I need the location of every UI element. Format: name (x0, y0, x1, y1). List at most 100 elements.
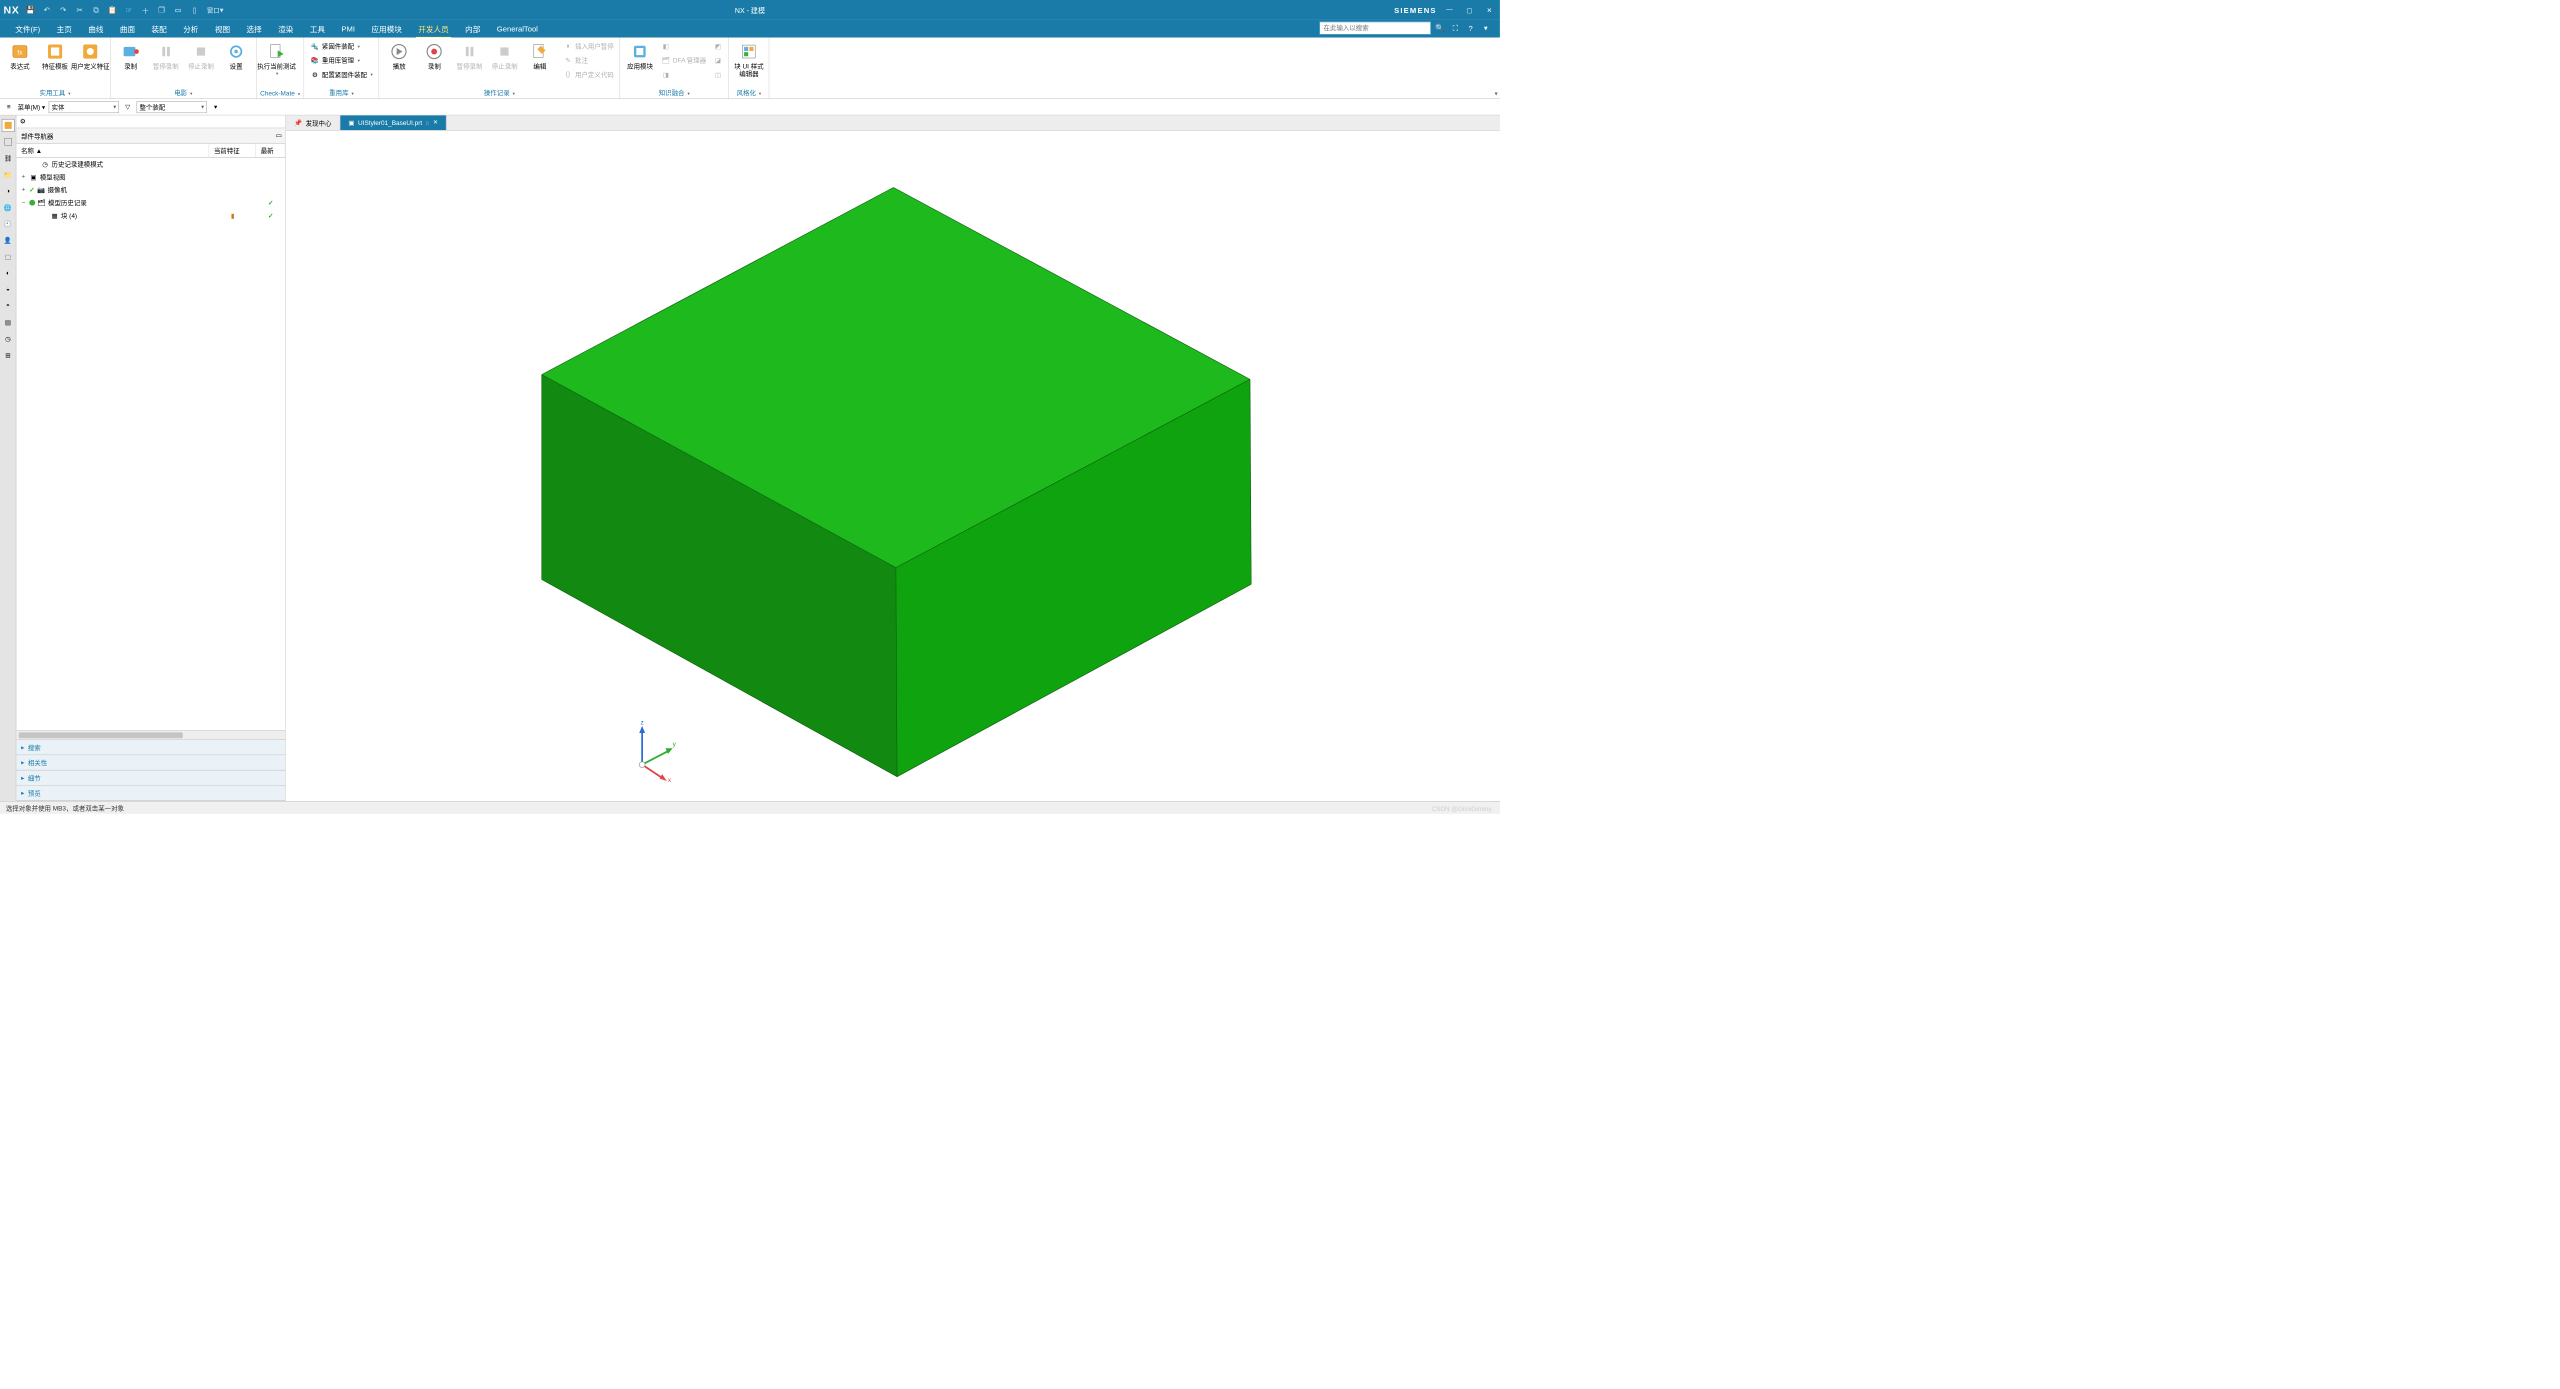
stop-record-button[interactable]: 停止录制 (185, 40, 218, 72)
browser-tab-icon[interactable]: 🌐 (1, 201, 14, 214)
menu-pmi[interactable]: PMI (333, 21, 363, 37)
feature-template-button[interactable]: 特征模板 (39, 40, 72, 72)
menu-generaltool[interactable]: GeneralTool (489, 21, 546, 37)
section-preview[interactable]: ▸预览 (16, 786, 285, 801)
ribbon-collapse-icon[interactable]: ▾ (1495, 91, 1498, 97)
run-test-button[interactable]: 执行当前测试▾ (260, 40, 293, 78)
tool2-tab-icon[interactable]: ◒ (1, 283, 14, 296)
menu-label[interactable]: 菜单(M) ▾ (18, 102, 46, 111)
close-tab-icon[interactable]: ✕ (433, 120, 438, 126)
scope-filter-combo[interactable]: 整个装配 (137, 101, 207, 113)
filter-icon[interactable]: ▽ (122, 102, 133, 113)
qat-save-icon[interactable]: 💾 (24, 4, 37, 17)
menu-icon[interactable]: ≡ (4, 102, 15, 113)
qat-cascade-icon[interactable]: ❐ (155, 4, 168, 17)
kf-btn-5[interactable]: ◪ (711, 54, 725, 67)
settings-button[interactable]: 设置 (220, 40, 253, 72)
system-tab-icon[interactable]: ⬚ (1, 250, 14, 263)
nav-settings-icon[interactable]: ⚙ (20, 118, 26, 126)
play-button[interactable]: 播放 (383, 40, 416, 72)
qat-paste-icon[interactable]: 📋 (106, 4, 119, 17)
config-fastener-button[interactable]: ⚙配置紧固件装配▾ (308, 68, 375, 81)
horizontal-scrollbar[interactable] (16, 730, 285, 739)
misc-tab-icon[interactable]: ⊞ (1, 349, 14, 362)
col-latest[interactable]: 最新 (256, 144, 285, 157)
section-details[interactable]: ▸细节 (16, 770, 285, 785)
app-module-button[interactable]: 应用模块 (624, 40, 657, 72)
qat-tile-h-icon[interactable]: ▭ (172, 4, 185, 17)
type-filter-combo[interactable]: 实体 (49, 101, 119, 113)
block-ui-styler-button[interactable]: 块 UI 样式编辑器 (733, 40, 766, 80)
menu-home[interactable]: 主页 (48, 20, 80, 38)
tree-row[interactable]: −🗂模型历史记录✓ (16, 196, 285, 209)
constraint-navigator-tab-icon[interactable]: ⛓ (1, 152, 14, 165)
search-icon[interactable]: 🔍 (1434, 22, 1446, 34)
menu-surface[interactable]: 曲面 (112, 20, 144, 38)
qat-plus-icon[interactable]: ＋ (139, 4, 152, 17)
qat-window-dropdown[interactable]: 窗口 ▾ (204, 4, 225, 17)
kf-btn-4[interactable]: ◩ (711, 40, 725, 53)
kf-btn-6[interactable]: ◫ (711, 68, 725, 81)
fastener-assembly-button[interactable]: 🔩紧固件装配▾ (308, 40, 375, 53)
qat-touch-icon[interactable]: ☞ (122, 4, 135, 17)
hd3d-tab-icon[interactable]: ◑ (1, 185, 14, 198)
clock-tab-icon[interactable]: ◷ (1, 332, 14, 345)
menu-internal[interactable]: 内部 (457, 20, 489, 38)
expression-button[interactable]: fx表达式 (4, 40, 37, 72)
tree-row[interactable]: +▣模型视图 (16, 170, 285, 183)
qat-tile-v-icon[interactable]: ▯ (188, 4, 201, 17)
menu-select[interactable]: 选择 (238, 20, 270, 38)
tab-discovery[interactable]: 📌发现中心 (286, 115, 340, 130)
tool1-tab-icon[interactable]: ◐ (1, 267, 14, 280)
tab-part[interactable]: ▣UIStyler01_BaseUI.prt◌✕ (340, 115, 447, 130)
menu-developer[interactable]: 开发人员 (410, 20, 457, 38)
expand-icon[interactable]: + (20, 173, 27, 180)
menu-analysis[interactable]: 分析 (175, 20, 207, 38)
view-triad[interactable]: z y x (614, 719, 678, 783)
tree-row[interactable]: +✓📷摄像机 (16, 183, 285, 196)
kf-btn-3[interactable]: ◨ (659, 68, 709, 81)
ribbon-min-icon[interactable]: ▾ (1480, 22, 1492, 34)
menu-view[interactable]: 视图 (207, 20, 239, 38)
roles-tab-icon[interactable]: 👤 (1, 234, 14, 247)
reuse-lib-manage-button[interactable]: 📚重用库管理▾ (308, 54, 375, 67)
user-code-button[interactable]: {}用户定义代码 (561, 68, 616, 81)
menu-assembly[interactable]: 装配 (143, 20, 175, 38)
model-cube[interactable] (286, 131, 1500, 801)
annotation-button[interactable]: ✎批注 (561, 54, 616, 67)
layers-tab-icon[interactable]: ▤ (1, 316, 14, 329)
journal-record-button[interactable]: 录制 (418, 40, 451, 72)
col-name[interactable]: 名称 ▲ (16, 144, 209, 157)
restore-button[interactable]: ▢ (1462, 3, 1476, 17)
help-icon[interactable]: ? (1465, 22, 1477, 34)
collapse-icon[interactable]: − (20, 199, 27, 206)
menu-appmodule[interactable]: 应用模块 (363, 20, 410, 38)
section-dependencies[interactable]: ▸相关性 (16, 755, 285, 770)
kf-btn-1[interactable]: ◧ (659, 40, 709, 53)
qat-redo-icon[interactable]: ↷ (57, 4, 70, 17)
minimize-button[interactable]: — (1442, 3, 1456, 17)
close-button[interactable]: ✕ (1482, 3, 1496, 17)
tree-row[interactable]: ◷历史记录建模模式 (16, 158, 285, 171)
insert-user-pause-button[interactable]: ⏸插入用户暂停 (561, 40, 616, 53)
journal-pause-button[interactable]: 暂停录制 (453, 40, 486, 72)
pause-record-button[interactable]: 暂停录制 (149, 40, 182, 72)
search-input[interactable] (1319, 22, 1430, 35)
viewport[interactable]: z y x (286, 131, 1500, 801)
journal-edit-button[interactable]: 编辑 (523, 40, 556, 72)
tree-row[interactable]: ▦块 (4)▮✓ (16, 209, 285, 222)
menu-curve[interactable]: 曲线 (80, 20, 112, 38)
assembly-navigator-tab-icon[interactable] (1, 135, 14, 148)
pin-icon[interactable]: ▭ (276, 132, 282, 140)
filter-dd-icon[interactable]: ▾ (210, 102, 221, 113)
col-current[interactable]: 当前特征 (209, 144, 256, 157)
udf-button[interactable]: 用户定义特征 (74, 40, 107, 72)
reuse-library-tab-icon[interactable]: 📁 (1, 168, 14, 181)
qat-cut-icon[interactable]: ✂ (73, 4, 86, 17)
history-tab-icon[interactable]: 🕘 (1, 217, 14, 230)
section-search[interactable]: ▸搜索 (16, 740, 285, 755)
menu-file[interactable]: 文件(F) (7, 20, 48, 38)
qat-copy-icon[interactable]: ⧉ (90, 4, 103, 17)
dfa-manager-button[interactable]: 🗂DFA 管理器 (659, 54, 709, 67)
fullscreen-icon[interactable]: ⛶ (1450, 22, 1462, 34)
